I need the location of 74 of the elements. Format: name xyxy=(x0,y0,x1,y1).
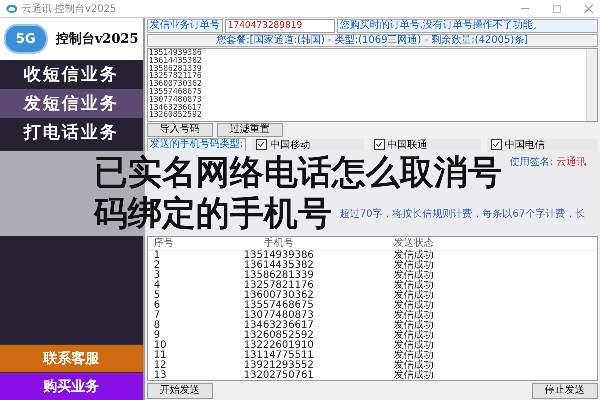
table-cell-text: 13600730362 xyxy=(243,291,315,301)
checkmark-icon xyxy=(257,140,266,149)
table-cell-text: 13260852592 xyxy=(243,331,315,341)
table-cell-text: 7 xyxy=(153,311,162,321)
table-cell-text: 发信成功 xyxy=(393,311,435,321)
table-cell-text: 发信成功 xyxy=(393,271,435,281)
sidebar-item[interactable]: 打电话业务 xyxy=(0,118,143,147)
action-button[interactable]: 开始发送 xyxy=(147,383,213,399)
order-label: 发信业务订单号 xyxy=(147,19,223,33)
carrier-type-label: 发送的手机号码类型: xyxy=(147,138,246,152)
order-hint: 您购买时的订单号,没有订单号操作不了功能。 xyxy=(337,19,598,33)
table-cell-text: 2 xyxy=(153,261,162,271)
table-cell-text: 13614435382 xyxy=(243,261,315,271)
sidebar-item[interactable]: 发短信业务 xyxy=(0,89,143,118)
action-button[interactable]: 停止发送 xyxy=(532,383,598,399)
table-cell-text: 13557468675 xyxy=(243,301,315,311)
window-title: 云通讯 控制台v2025 xyxy=(22,2,117,16)
table-cell-text: 发信成功 xyxy=(393,281,435,291)
table-cell-text: 4 xyxy=(153,281,162,291)
checkmark-icon xyxy=(374,140,384,149)
number-list-field[interactable]: 13514939386 13614435382 13586281339 13257821176 13600730362 13557468675 13077480873 13463236617 13260852592 xyxy=(147,48,598,122)
signature-label: 使用签名: xyxy=(510,156,554,168)
table-cell-text: 发信成功 xyxy=(393,371,435,380)
carrier-checkbox[interactable]: 中国联通 xyxy=(370,138,481,150)
table-cell-text: 发信成功 xyxy=(393,341,435,351)
table-cell-text: 13257821176 xyxy=(243,281,315,291)
carrier-checkbox[interactable]: 中国移动 xyxy=(252,138,364,150)
toolbar-button[interactable]: 导入号码 xyxy=(147,123,213,137)
scrollbar[interactable] xyxy=(586,49,597,121)
table-cell-text: 1 xyxy=(153,251,162,261)
maximize-icon[interactable] xyxy=(552,4,562,14)
sidebar-item[interactable]: 收短信业务 xyxy=(0,60,143,89)
table-cell-text: 13 xyxy=(153,371,168,380)
column-header: 手机号 xyxy=(263,237,295,250)
toolbar-button[interactable]: 过滤重置 xyxy=(217,123,283,137)
cloud-logo: 5G xyxy=(4,24,48,54)
table-cell-text: 发信成功 xyxy=(393,251,435,261)
table-cell-text: 6 xyxy=(153,301,162,311)
table-cell-text: 3 xyxy=(153,271,162,281)
table-cell-text: 13114775511 xyxy=(243,351,315,361)
table-cell-text: 11 xyxy=(153,351,168,361)
table-cell-text: 5 xyxy=(153,291,162,301)
headline: 已实名网络电话怎么取消号 xyxy=(94,153,502,193)
column-header: 发送状态 xyxy=(393,237,435,250)
table-cell-text: 8 xyxy=(153,321,162,331)
table-cell-text: 13921293552 xyxy=(243,361,315,371)
table-cell-text: 发信成功 xyxy=(393,321,435,331)
table-cell-text: 13202750761 xyxy=(243,371,315,380)
table-cell-text: 12 xyxy=(153,361,168,371)
table-cell-text: 13077480873 xyxy=(243,311,315,321)
table-cell-text: 13222601910 xyxy=(243,341,315,351)
signature-value: 云通讯 xyxy=(556,156,586,168)
table-cell-text: 10 xyxy=(153,341,168,351)
sidebar-button[interactable]: 联系客服 xyxy=(0,344,143,372)
table-cell-text: 发信成功 xyxy=(393,331,435,341)
table-cell-text: 13463236617 xyxy=(243,321,315,331)
table-cell-text: 13514939386 xyxy=(243,251,315,261)
sidebar-button[interactable]: 购买业务 xyxy=(0,372,143,400)
checkmark-icon xyxy=(492,140,501,149)
table-cell-text: 发信成功 xyxy=(393,261,435,271)
table-cell-text: 发信成功 xyxy=(393,361,435,371)
column-header: 序号 xyxy=(153,237,175,250)
close-icon[interactable] xyxy=(584,4,594,14)
table-cell-text: 13586281339 xyxy=(243,271,315,281)
package-info: 您套餐:[国家通道:(韩国) - 类型:(1069三网通) - 剩余数量:(42005)条] xyxy=(147,34,598,47)
order-input[interactable]: 1740473289819 xyxy=(225,19,335,33)
table-cell-text: 发信成功 xyxy=(393,291,435,301)
table-cell-text: 发信成功 xyxy=(393,351,435,361)
table-cell-text: 发信成功 xyxy=(393,301,435,311)
message-hint: 超过70字，将按长信规则计费，每条以67个字计费，长 xyxy=(340,208,586,221)
table-cell-text: 9 xyxy=(153,331,160,341)
headline: 码绑定的手机号 xyxy=(94,194,332,234)
brand-text: 控制台v2025 xyxy=(56,31,139,48)
carrier-checkbox[interactable]: 中国电信 xyxy=(486,138,598,150)
